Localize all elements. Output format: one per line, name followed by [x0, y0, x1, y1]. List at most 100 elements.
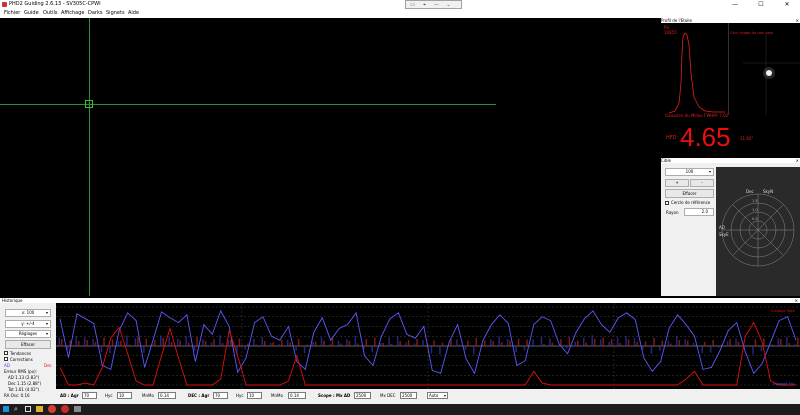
zoom-select[interactable]: 100 ▾ [665, 168, 714, 176]
ra-correction-bar [642, 346, 644, 350]
zoom-out-button[interactable]: - [690, 179, 714, 187]
dec-correction-bar [543, 344, 545, 346]
ra-correction-bar [701, 346, 703, 354]
ra-correction-bar [464, 346, 467, 350]
dec-correction-bar [636, 342, 638, 346]
corrections-checkbox[interactable] [4, 357, 8, 361]
dec-correction-bar [780, 339, 782, 346]
settings-select[interactable]: Réglages ▾ [5, 330, 51, 338]
dec-hyst-input[interactable]: 10 [247, 392, 262, 399]
phd2-icon[interactable] [61, 405, 69, 413]
ra-correction-bar [489, 339, 492, 346]
ra-hyst-input[interactable]: 10 [117, 392, 132, 399]
ra-legend[interactable]: AD [4, 363, 10, 368]
dec-axis-label: Dec [746, 189, 754, 194]
peak-value: 10855 [664, 30, 677, 35]
max-dec-input[interactable]: 2500 [400, 392, 417, 399]
ra-correction-bar [219, 335, 221, 346]
dec-correction-bar [737, 341, 740, 346]
ref-circle-label: Cercle de référence [671, 200, 711, 205]
ra-correction-bar [413, 343, 416, 346]
ra-correction-bar [786, 337, 788, 346]
dec-correction-bar [500, 342, 503, 346]
ra-axis-label: AD [719, 225, 725, 230]
clear-history-button[interactable]: Effacer [5, 340, 51, 349]
monitor-icon[interactable]: ▭ [408, 2, 417, 8]
dec-correction-bar [653, 338, 655, 346]
dec-correction-bar [407, 339, 410, 346]
dec-correction-bar [526, 339, 528, 346]
ref-circle-checkbox[interactable] [665, 201, 669, 205]
camera-view[interactable] [0, 18, 660, 296]
dec-correction-bar [670, 343, 672, 346]
menu-darks[interactable]: Darks [88, 10, 102, 16]
ra-correction-bar [379, 343, 382, 346]
ra-aggr-input[interactable]: 70 [82, 392, 97, 399]
chevron-down-icon: ▾ [443, 393, 446, 398]
dec-correction-bar [238, 338, 241, 346]
ra-oscillation: RA Osc: 0.16 [4, 393, 30, 398]
ra-correction-bar [286, 340, 289, 346]
ra-minmo-input[interactable]: 0.14 [158, 392, 176, 399]
dec-correction-bar [771, 344, 774, 346]
dec-correction-bar [103, 337, 105, 346]
ra-correction-bar [684, 339, 687, 346]
ra-minmo-label: MnMo [142, 393, 154, 398]
dec-correction-bar [264, 341, 266, 346]
chevron-down-icon[interactable]: ⌄ [444, 2, 453, 8]
minimize-button[interactable]: — [722, 0, 748, 9]
search-icon[interactable]: ⌕ [14, 405, 18, 414]
ra-correction-bar [599, 339, 602, 346]
ra-correction-bar [160, 335, 162, 346]
ra-aggr-label: AD : Agr [60, 393, 79, 398]
ra-correction-bar [667, 340, 670, 346]
target-icon[interactable]: ⌖ [420, 2, 429, 8]
hfd-value: 4.65 [680, 122, 731, 152]
ra-correction-bar [303, 346, 306, 354]
dec-correction-bar [86, 340, 88, 346]
menu-affichage[interactable]: Affichage [61, 10, 85, 16]
dec-correction-bar [297, 338, 300, 346]
ra-correction-bar [430, 346, 433, 354]
rms-ra: AD 1.13 (2.83") [8, 375, 40, 380]
app-icon[interactable] [74, 406, 81, 412]
maximize-button[interactable]: ☐ [748, 0, 774, 9]
dec-correction-bar [128, 344, 131, 346]
dec-mode-select[interactable]: Auto ▾ [427, 392, 448, 399]
y-scale-select[interactable]: y: +/-4 ▾ [5, 320, 51, 328]
clear-target-button[interactable]: Effacer [665, 189, 714, 198]
dec-aggr-label: DEC : Agr [188, 393, 210, 398]
close-button[interactable]: ✕ [774, 0, 800, 9]
dec-correction-bar [204, 341, 207, 346]
ra-correction-bar [193, 346, 196, 351]
profile-divider [728, 23, 729, 115]
dec-correction-bar [247, 343, 249, 346]
dec-correction-bar [154, 340, 156, 346]
ra-correction-bar [591, 335, 593, 346]
menu-fichier[interactable]: Fichier [4, 10, 20, 16]
radius-spinner[interactable]: 2.0 [684, 208, 714, 216]
line-icon[interactable]: — [432, 2, 441, 8]
menu-aide[interactable]: Aide [128, 10, 139, 16]
windows-icon[interactable] [3, 406, 9, 412]
dec-correction-bar [509, 340, 511, 346]
dec-aggr-input[interactable]: 70 [213, 392, 228, 399]
dec-minmo-input[interactable]: 0.14 [288, 392, 306, 399]
menu-outils[interactable]: Outils [43, 10, 57, 16]
task-view-icon[interactable] [25, 406, 31, 412]
dec-correction-bar [272, 342, 274, 346]
trends-checkbox[interactable] [4, 351, 8, 355]
dec-legend[interactable]: Dec [44, 363, 52, 368]
chrome-icon[interactable] [48, 405, 56, 413]
guide-rate-top: Guidage Rate [771, 309, 795, 313]
dec-correction-bar [467, 340, 469, 346]
crosshair-vertical [89, 18, 90, 296]
explorer-icon[interactable] [36, 406, 43, 412]
ra-correction-bar [269, 343, 272, 346]
max-ra-input[interactable]: 2500 [354, 392, 371, 399]
menu-guide[interactable]: Guide [24, 10, 39, 16]
ra-correction-bar [253, 338, 255, 346]
menu-signets[interactable]: Signets [106, 10, 125, 16]
zoom-in-button[interactable]: + [665, 179, 689, 187]
x-scale-select[interactable]: x: 100 ▾ [5, 309, 51, 317]
